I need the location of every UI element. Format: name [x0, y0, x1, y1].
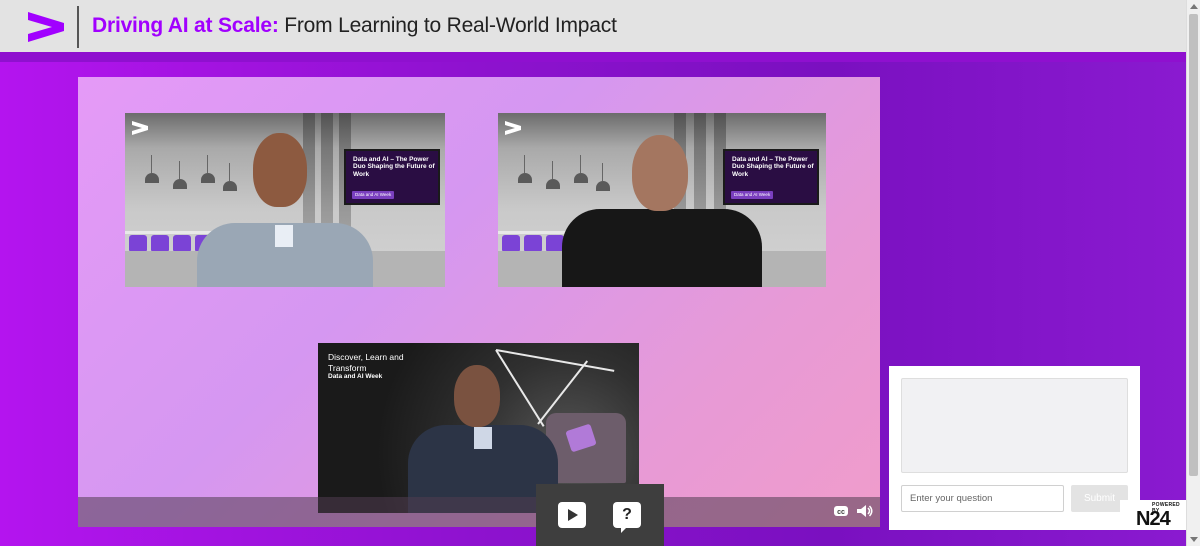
pendant-lamp [518, 155, 532, 183]
tile-caption-sub: Data and AI Week [328, 373, 383, 380]
closed-captions-icon[interactable]: cc [833, 503, 849, 519]
scroll-up-icon[interactable] [1190, 4, 1198, 9]
on24-logo-text: N24 [1136, 508, 1171, 530]
page-title-accent: Driving AI at Scale: [92, 14, 279, 37]
screen-title: Data and AI – The Power Duo Shaping the … [353, 156, 435, 178]
speaker-1-shirt [275, 225, 293, 247]
purple-chair [524, 235, 542, 251]
pendant-lamp [546, 161, 560, 189]
speaker-3-shirt [474, 427, 492, 449]
scroll-down-icon[interactable] [1190, 537, 1198, 542]
purple-chair [173, 235, 191, 251]
question-input[interactable] [901, 485, 1064, 512]
pendant-lamp [145, 155, 159, 183]
overlay-button-tray: ? [536, 484, 664, 546]
page-title-rest: From Learning to Real-World Impact [278, 14, 617, 37]
purple-chair [151, 235, 169, 251]
volume-icon[interactable] [856, 503, 874, 519]
header-divider [77, 6, 79, 48]
speaker-1-head [253, 133, 307, 207]
help-icon: ? [622, 506, 632, 523]
pendant-lamp [574, 155, 588, 183]
page-title: Driving AI at Scale: From Learning to Re… [92, 14, 617, 38]
speaker-2-head [632, 135, 688, 211]
help-button[interactable]: ? [613, 502, 641, 533]
accenture-logo [28, 12, 64, 42]
screen-chip: Data and AI Week [731, 191, 774, 199]
screen-chip: Data and AI Week [352, 191, 395, 199]
video-player[interactable]: Data and AI – The Power Duo Shaping the … [78, 77, 880, 527]
presentation-screen: Data and AI – The Power Duo Shaping the … [723, 149, 819, 205]
tile-caption-line2: Transform [328, 363, 367, 373]
header-accent-bar [0, 52, 1186, 62]
pendant-lamp [223, 163, 237, 191]
svg-text:cc: cc [837, 509, 845, 516]
on24-badge[interactable]: POWERED BY N24 [1120, 500, 1186, 530]
qa-panel: Submit [889, 366, 1140, 530]
pendant-lamp [173, 161, 187, 189]
page-scrollbar[interactable] [1186, 0, 1200, 546]
scroll-thumb[interactable] [1189, 14, 1198, 476]
speaker-2-shirt [562, 209, 762, 287]
screen-title: Data and AI – The Power Duo Shaping the … [732, 156, 814, 178]
accenture-logo-small [505, 121, 521, 135]
qa-message-area [901, 378, 1128, 473]
player-control-bar: cc [78, 497, 880, 527]
tile-caption-line1: Discover, Learn and [328, 352, 404, 362]
speaker-video-tile-2: Data and AI – The Power Duo Shaping the … [498, 113, 826, 287]
header-bar: Driving AI at Scale: From Learning to Re… [0, 0, 1186, 54]
presentation-screen: Data and AI – The Power Duo Shaping the … [344, 149, 440, 205]
pendant-lamp [596, 163, 610, 191]
purple-chair [129, 235, 147, 251]
play-icon[interactable] [558, 502, 586, 528]
speaker-video-tile-1: Data and AI – The Power Duo Shaping the … [125, 113, 445, 287]
purple-chair [502, 235, 520, 251]
speaker-3-head [454, 365, 500, 427]
accenture-logo-small [132, 121, 148, 135]
pendant-lamp [201, 155, 215, 183]
